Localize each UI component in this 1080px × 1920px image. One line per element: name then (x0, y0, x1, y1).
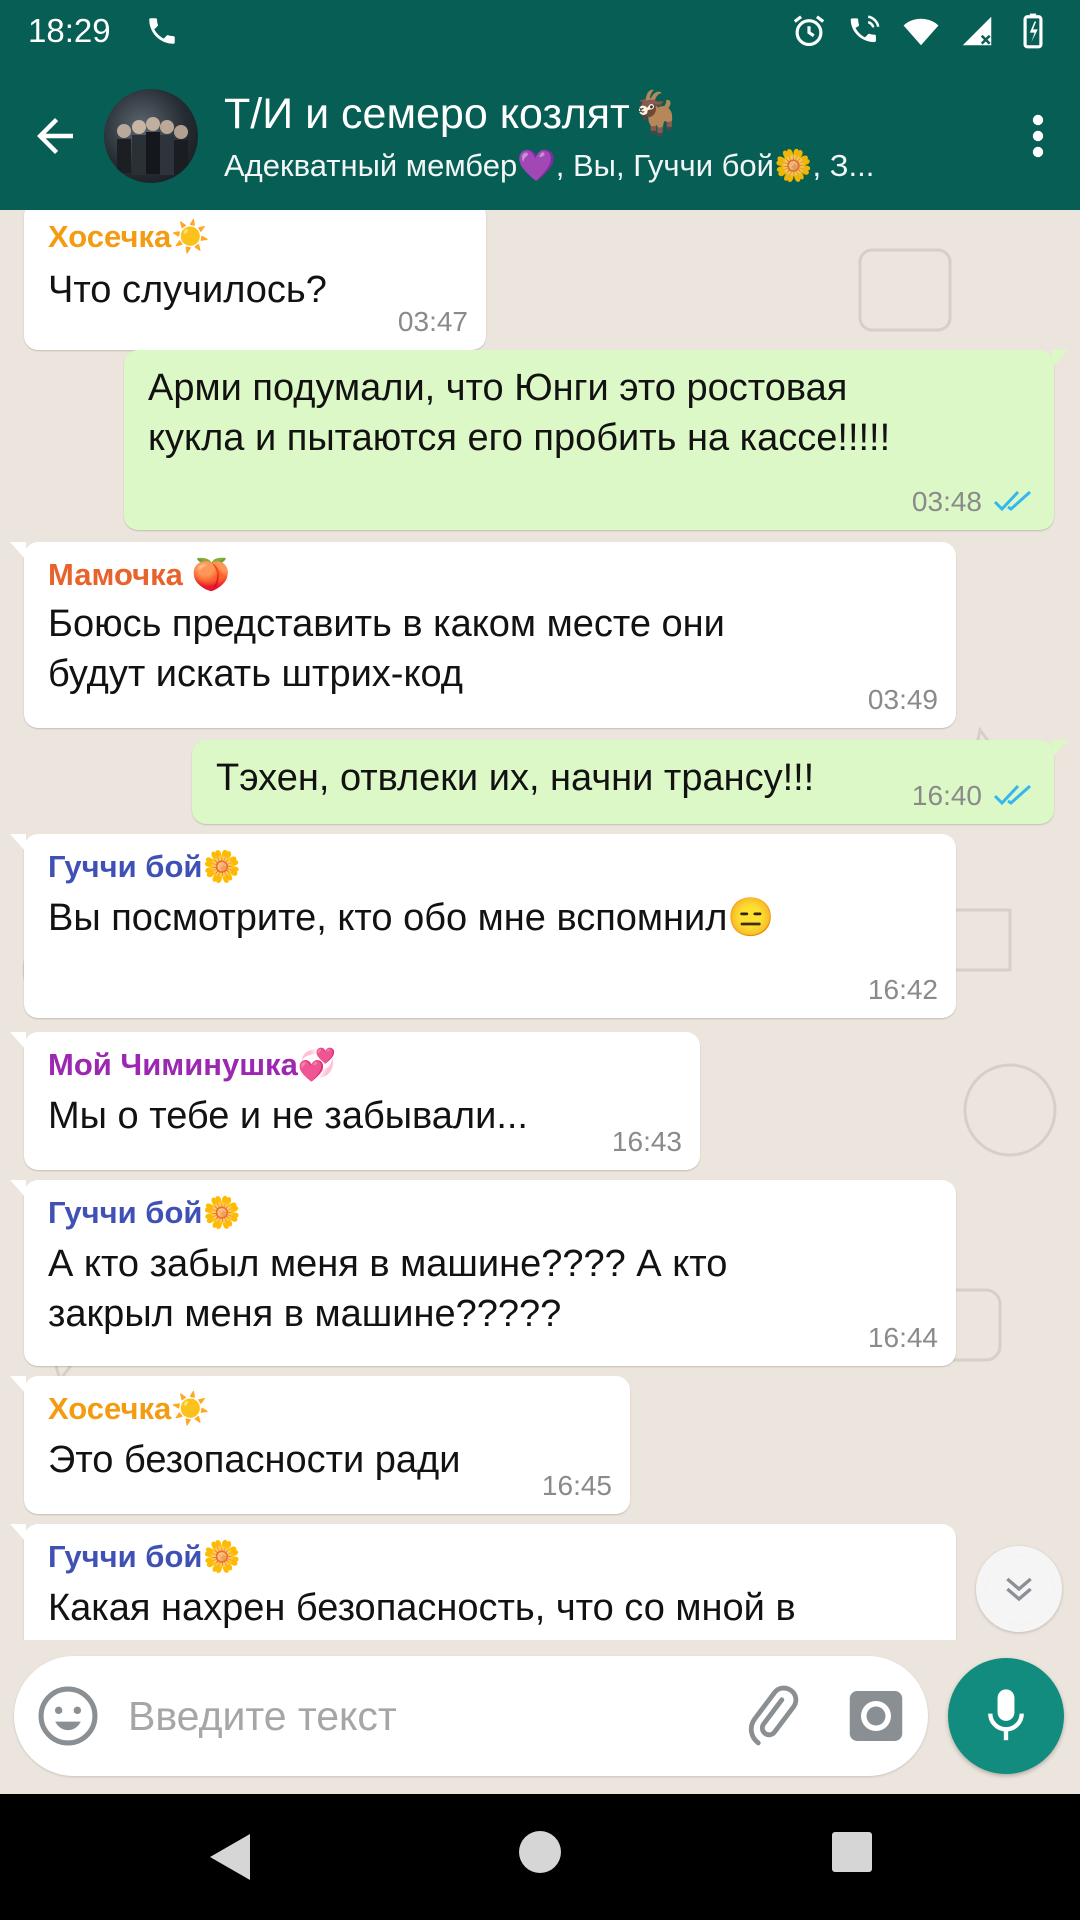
message-text-line-2: кукла и пытаются его пробить на кассе!!!… (148, 417, 891, 459)
message-text: Мы о тебе и не забывали... (48, 1095, 528, 1137)
nav-recents-icon[interactable] (832, 1832, 872, 1872)
message-time: 16:42 (867, 974, 938, 1005)
message-text-line-1: Боюсь представить в каком месте они (48, 603, 725, 645)
back-button[interactable] (0, 62, 110, 210)
bubble-tail (10, 1032, 26, 1050)
bubble-tail (10, 1376, 26, 1394)
message-list[interactable]: Хосечка☀️ Что случилось? 03:47 Арми поду… (0, 210, 1080, 1640)
nav-back-icon[interactable] (204, 1830, 254, 1884)
chat-header: Т/И и семеро козлят🐐 Адекватный мембер💜,… (0, 62, 1080, 210)
bubble-tail (1052, 350, 1068, 368)
message-incoming[interactable]: Гуччи бой🌼 Вы посмотрите, кто обо мне вс… (10, 834, 956, 1018)
message-text: Вы посмотрите, кто обо мне вспомнил😑 (48, 897, 775, 939)
system-navigation-bar (0, 1794, 1080, 1920)
message-sender[interactable]: Хосечка☀️ (48, 218, 210, 255)
message-incoming[interactable]: Мой Чиминушка💞 Мы о тебе и не забывали..… (10, 1032, 700, 1170)
mic-icon (988, 1689, 1024, 1741)
message-incoming[interactable]: Хосечка☀️ Что случилось? 03:47 (24, 210, 486, 350)
wifi-calling-icon (850, 15, 880, 43)
message-input-container (14, 1656, 928, 1776)
message-outgoing[interactable]: Тэхен, отвлеки их, начни трансу!!! 16:40 (192, 740, 1068, 824)
chat-title-block[interactable]: Т/И и семеро козлят🐐 Адекватный мембер💜,… (224, 89, 954, 184)
message-sender[interactable]: Гуччи бой🌼 (48, 1538, 241, 1575)
camera-icon[interactable] (846, 1686, 906, 1746)
message-time: 03:47 (397, 306, 468, 337)
message-text: Что случилось? (48, 269, 327, 311)
message-incoming[interactable]: Гуччи бой🌼 Какая нахрен безопасность, чт… (10, 1524, 956, 1640)
back-arrow-icon (37, 118, 73, 154)
message-sender[interactable]: Хосечка☀️ (48, 1390, 210, 1427)
avatar-photo (117, 117, 188, 175)
message-incoming[interactable]: Мамочка 🍑 Боюсь представить в каком мест… (10, 542, 956, 728)
phone-icon (148, 18, 175, 44)
more-options-button[interactable] (996, 62, 1080, 210)
message-text-line-2: закрыл меня в машине????? (48, 1293, 562, 1335)
chat-participants: Адекватный мембер💜, Вы, Гуччи бой🌼, З... (224, 147, 875, 183)
scroll-to-bottom-button[interactable] (976, 1546, 1062, 1632)
read-receipt-icon (993, 784, 1032, 806)
message-incoming[interactable]: Гуччи бой🌼 А кто забыл меня в машине????… (10, 1180, 956, 1366)
message-text-line-2: будут искать штрих-код (48, 653, 463, 695)
more-vert-icon (1032, 114, 1044, 158)
message-time: 03:48 (911, 486, 982, 517)
group-avatar[interactable] (104, 89, 198, 183)
voice-record-button[interactable] (948, 1658, 1064, 1774)
message-time: 16:43 (611, 1126, 682, 1157)
nav-home-icon[interactable] (519, 1831, 561, 1873)
signal-icon (962, 16, 992, 46)
bubble-tail (10, 1180, 26, 1198)
bubble-tail (10, 1524, 26, 1542)
message-text: Тэхен, отвлеки их, начни трансу!!! (216, 757, 815, 799)
read-receipt-icon (993, 490, 1032, 512)
message-sender[interactable]: Мамочка 🍑 (48, 556, 230, 593)
message-text: Какая нахрен безопасность, что со мной в (48, 1587, 796, 1629)
message-outgoing[interactable]: Арми подумали, что Юнги это ростовая кук… (124, 350, 1068, 530)
message-time: 16:45 (541, 1470, 612, 1501)
message-time: 16:40 (911, 780, 982, 811)
bubble-tail (10, 542, 26, 560)
message-text: Это безопасности ради (48, 1439, 461, 1481)
emoji-icon[interactable] (34, 1682, 102, 1750)
chat-title: Т/И и семеро козлят🐐 (224, 89, 684, 138)
message-input[interactable] (128, 1686, 708, 1746)
message-text-line-1: А кто забыл меня в машине???? А кто (48, 1243, 728, 1285)
double-chevron-down-icon (1006, 1577, 1032, 1602)
composer (0, 1640, 1080, 1794)
message-text-line-1: Арми подумали, что Юнги это ростовая (148, 367, 848, 409)
bubble-tail (1052, 740, 1068, 758)
wifi-icon (903, 18, 939, 46)
message-sender[interactable]: Гуччи бой🌼 (48, 848, 241, 885)
message-time: 03:49 (867, 684, 938, 715)
message-sender[interactable]: Мой Чиминушка💞 (48, 1046, 336, 1083)
status-bar: 18:29 (0, 0, 1080, 62)
battery-icon (1023, 13, 1043, 49)
alarm-icon (793, 15, 825, 47)
message-incoming[interactable]: Хосечка☀️ Это безопасности ради 16:45 (10, 1376, 630, 1514)
message-sender[interactable]: Гуччи бой🌼 (48, 1194, 241, 1231)
message-time: 16:44 (867, 1322, 938, 1353)
bubble-tail (10, 834, 26, 852)
status-icons (790, 12, 1052, 50)
status-time: 18:29 (28, 12, 111, 49)
paperclip-icon[interactable] (740, 1684, 804, 1748)
